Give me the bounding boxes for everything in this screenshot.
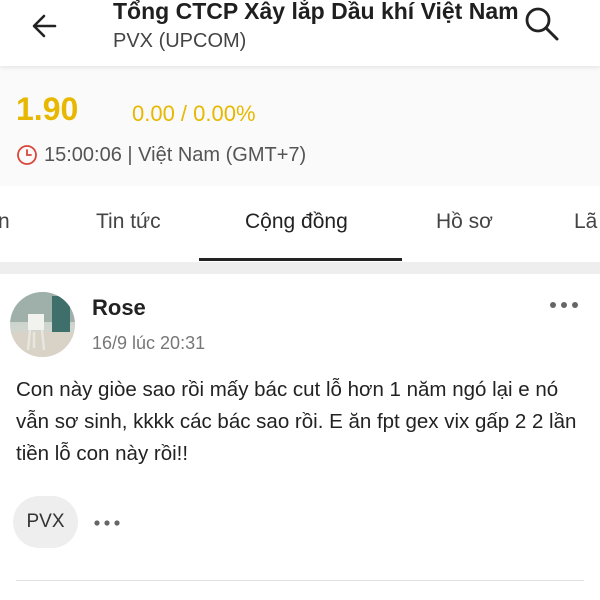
- back-button[interactable]: [24, 6, 64, 46]
- post-more-button[interactable]: [548, 298, 580, 312]
- page-title: Tổng CTCP Xây lắp Dầu khí Việt Nam: [113, 0, 519, 24]
- tab-community[interactable]: Cộng đồng: [245, 208, 348, 236]
- tab-bar: n Tin tức Cộng đồng Hồ sơ Lã: [0, 186, 600, 262]
- last-price: 1.90: [16, 91, 79, 127]
- quote-time-row: 15:00:06 | Việt Nam (GMT+7): [16, 142, 306, 168]
- top-app-bar: Tổng CTCP Xây lắp Dầu khí Việt Nam PVX (…: [0, 0, 600, 66]
- post-content: Con này giòe sao rồi mấy bác cut lỗ hơn …: [16, 378, 577, 465]
- search-button[interactable]: [520, 2, 564, 46]
- price-change: 0.00 / 0.00%: [132, 101, 256, 126]
- app-screen: Tổng CTCP Xây lắp Dầu khí Việt Nam PVX (…: [0, 0, 600, 600]
- active-tab-indicator: [199, 258, 402, 261]
- clock-icon: [17, 145, 37, 165]
- tab-partial-left[interactable]: n: [0, 208, 10, 236]
- tab-news[interactable]: Tin tức: [96, 208, 161, 236]
- ticker-exchange: PVX (UPCOM): [113, 30, 247, 52]
- tab-profile[interactable]: Hồ sơ: [436, 208, 493, 236]
- arrow-left-icon: [32, 14, 57, 38]
- avatar-image: [10, 292, 75, 357]
- quote-panel: 1.90 0.00 / 0.00% 15:00:06 | Việt Nam (G…: [0, 66, 600, 186]
- section-divider: [0, 262, 600, 274]
- more-horizontal-icon: [550, 302, 578, 308]
- search-icon: [525, 7, 559, 41]
- avatar[interactable]: [10, 292, 75, 357]
- community-post: Rose 16/9 lúc 20:31 Con này giòe sao rồi…: [0, 274, 600, 600]
- tab-partial-right[interactable]: Lã: [574, 208, 597, 236]
- quote-time: 15:00:06 | Việt Nam (GMT+7): [44, 143, 307, 166]
- post-author[interactable]: Rose: [92, 294, 146, 322]
- ticker-tag-chip[interactable]: PVX: [13, 496, 78, 548]
- post-timestamp: 16/9 lúc 20:31: [92, 333, 206, 353]
- tag-more-button[interactable]: [93, 516, 121, 528]
- more-horizontal-icon: [94, 520, 120, 526]
- post-divider: [16, 580, 584, 581]
